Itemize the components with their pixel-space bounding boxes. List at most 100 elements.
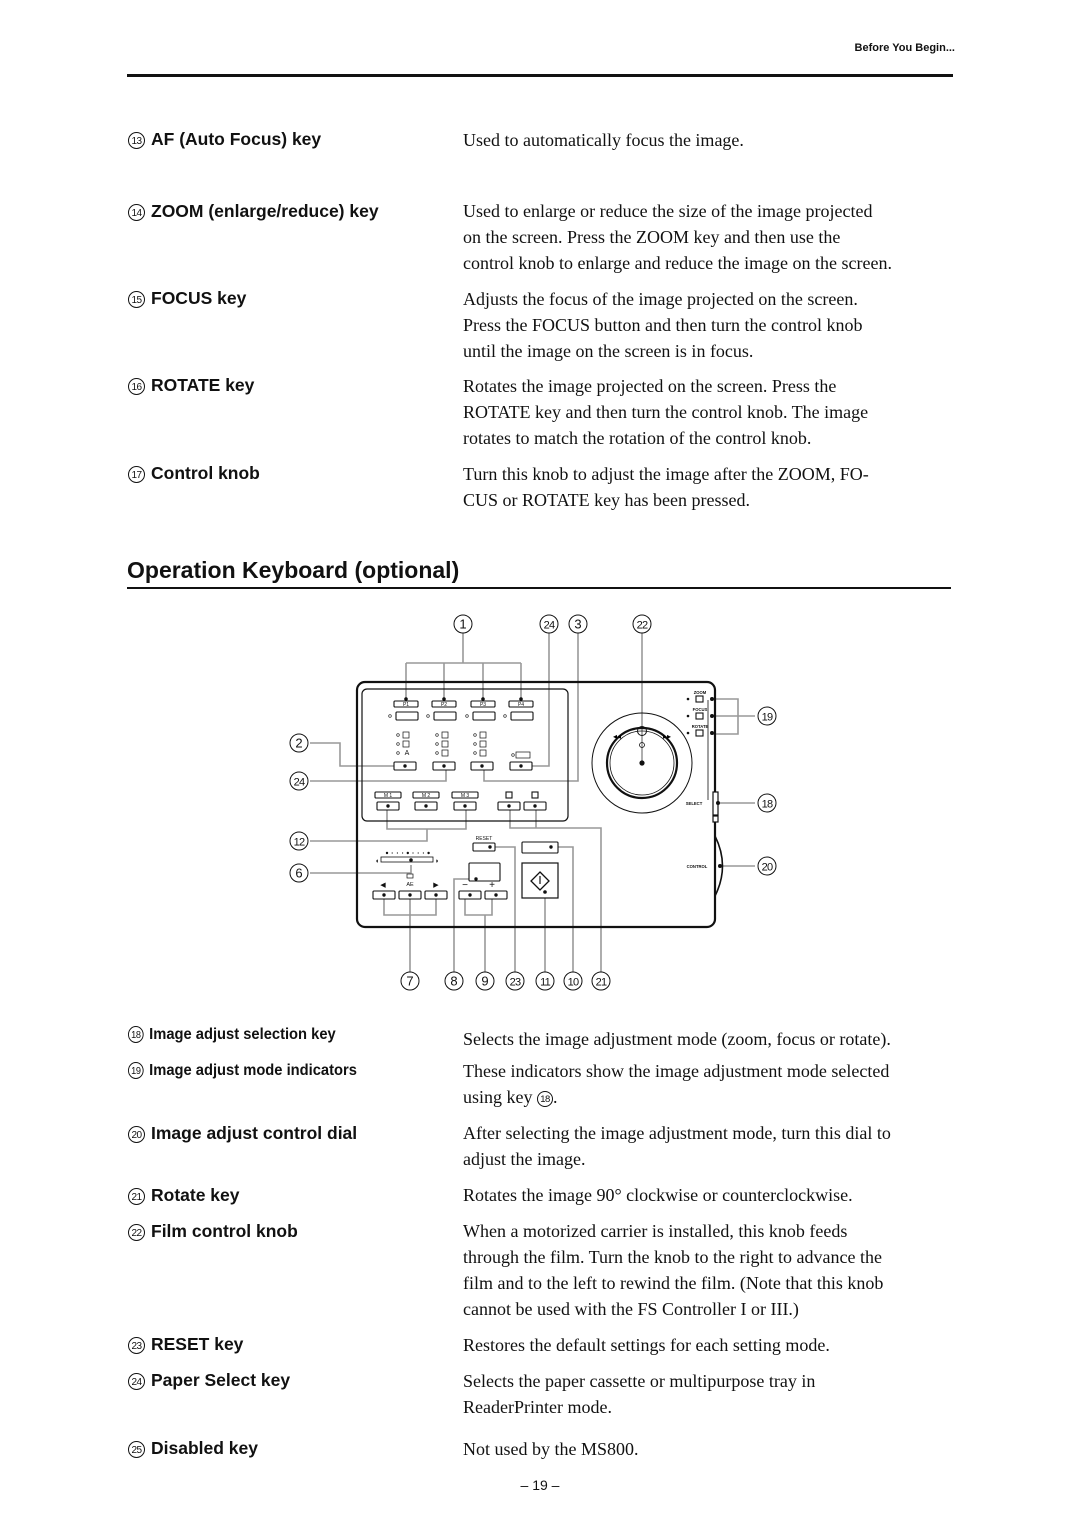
leader-dot	[481, 697, 485, 701]
indicator-lamp	[396, 733, 400, 737]
desc-image-adjust-mode-indicators: These indicators show the image adjustme…	[463, 1058, 958, 1110]
term-label: Image adjust control dial	[151, 1123, 358, 1143]
control-label: CONTROL	[687, 864, 708, 869]
key-dot	[533, 804, 537, 808]
mode-icon	[441, 731, 449, 739]
callout-number: 2	[295, 736, 302, 751]
zoom-indicator-icon	[695, 695, 704, 703]
term-reset-key: 23 RESET key	[128, 1334, 243, 1355]
desc-line: Selects the image adjustment mode (zoom,…	[463, 1029, 891, 1049]
leader-dot	[710, 697, 714, 701]
callout-number: 20	[762, 862, 773, 874]
slider-tick	[396, 852, 398, 854]
preset-key-3	[472, 711, 496, 721]
slider-tick	[402, 852, 404, 854]
desc-line: When a motorized carrier is installed, t…	[463, 1221, 848, 1241]
desc-disabled-key: Not used by the MS800.	[463, 1436, 958, 1462]
callout-number: 8	[450, 974, 457, 989]
callout-number: 23	[128, 1337, 145, 1354]
desc-line: cannot be used with the FS Controller I …	[463, 1299, 799, 1319]
callout-11: 11	[535, 971, 555, 991]
term-label: Rotate key	[151, 1185, 240, 1205]
term-label: RESET key	[151, 1334, 244, 1354]
select-label: SELECT	[686, 801, 703, 806]
leader-dot	[404, 697, 408, 701]
callout-7: 7	[400, 971, 420, 991]
term-rotate-key-21: 21 Rotate key	[128, 1185, 240, 1206]
callout-10: 10	[563, 971, 583, 991]
copy-count-display	[468, 862, 501, 882]
term-image-adjust-control-dial: 20 Image adjust control dial	[128, 1123, 357, 1144]
callout-number: 18	[128, 1026, 144, 1043]
reset-key[interactable]	[472, 842, 496, 852]
leader-dot	[716, 801, 720, 805]
desc-line: through the film. Turn the knob to the r…	[463, 1247, 882, 1267]
desc-paper-select-key: Selects the paper cassette or multipurpo…	[463, 1368, 958, 1420]
indicator-lamp	[511, 753, 515, 757]
slider-tick	[385, 851, 389, 855]
callout-number: 24	[544, 620, 555, 632]
term-label: Image adjust mode indicators	[149, 1062, 357, 1079]
ae-lamp	[406, 873, 414, 879]
indicator-lamp	[465, 714, 469, 718]
key-dot	[463, 804, 467, 808]
callout-20: 20	[757, 856, 777, 876]
minus-label: −	[462, 880, 468, 891]
callout-6: 6	[289, 863, 309, 883]
indicator-lamp	[473, 751, 477, 755]
slider-tick	[417, 852, 419, 854]
plus-label: +	[489, 880, 495, 891]
auto-label: A	[405, 750, 410, 757]
key-dot	[403, 764, 407, 768]
ae-label: AE	[406, 882, 414, 888]
term-label: Image adjust selection key	[149, 1026, 336, 1043]
exposure-slider	[380, 856, 434, 863]
rotate-indicator-icon	[695, 729, 704, 737]
focus-label: FOCUS	[693, 707, 708, 712]
preset-key-1	[395, 711, 419, 721]
callout-number: 24	[294, 777, 305, 789]
slider-tick	[406, 851, 409, 855]
leader-dot	[710, 731, 714, 735]
desc-image-adjust-selection-key: Selects the image adjustment mode (zoom,…	[463, 1026, 958, 1052]
key-dot	[494, 893, 498, 897]
memory-label: M 3	[461, 793, 470, 799]
callout-number: 7	[406, 974, 413, 989]
key-dot	[434, 893, 438, 897]
light-icon: ◗	[435, 858, 439, 865]
mode-icon	[479, 740, 487, 748]
focus-indicator-icon	[695, 712, 704, 720]
desc-image-adjust-control-dial: After selecting the image adjustment mod…	[463, 1120, 958, 1172]
callout-number: 3	[574, 617, 581, 632]
callout-19: 19	[757, 706, 777, 726]
callout-number: 12	[294, 837, 305, 849]
desc-line: using key 18.	[463, 1084, 958, 1110]
preset-label: P3	[480, 702, 486, 708]
leader-dot	[519, 697, 523, 701]
callout-number: 6	[295, 866, 302, 881]
paper-select-icon	[515, 751, 531, 759]
desc-line: After selecting the image adjustment mod…	[463, 1123, 891, 1143]
key-dot	[488, 845, 492, 849]
desc-reset-key: Restores the default settings for each s…	[463, 1332, 958, 1358]
indicator-lamp	[426, 714, 430, 718]
callout-number: 1	[459, 617, 466, 632]
desc-line: Restores the default settings for each s…	[463, 1335, 830, 1355]
term-film-control-knob: 22 Film control knob	[128, 1221, 298, 1242]
callout-18: 18	[757, 793, 777, 813]
callout-number: 19	[128, 1062, 144, 1079]
slider-position	[409, 858, 413, 862]
key-dot	[382, 893, 386, 897]
indicator-dot	[686, 697, 690, 701]
indicator-lamp	[473, 733, 477, 737]
callout-8: 8	[444, 971, 464, 991]
indicator-dot	[686, 731, 690, 735]
callout-number: 25	[128, 1441, 145, 1458]
key-dot	[507, 804, 511, 808]
slider-tick	[391, 852, 393, 854]
left-arrow-icon: ◀	[380, 882, 386, 889]
mode-icon	[479, 749, 487, 757]
keyboard-upper-panel	[361, 688, 569, 822]
callout-22: 22	[632, 614, 652, 634]
callout-9: 9	[475, 971, 495, 991]
